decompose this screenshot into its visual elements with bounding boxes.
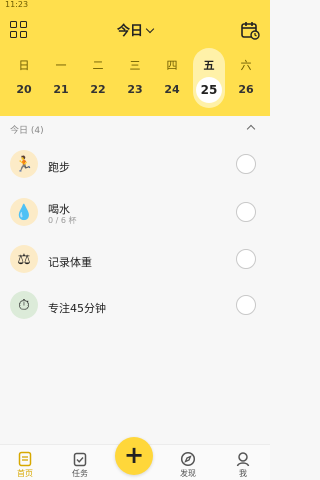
task-item[interactable]: ⚖ 记录体重 xyxy=(0,240,270,280)
date-label: 23 xyxy=(127,83,143,96)
weekday-label: 日 xyxy=(18,59,30,72)
home-icon xyxy=(18,451,32,467)
task-name: 跑步 xyxy=(48,161,70,174)
task-name: 专注45分钟 xyxy=(48,302,106,315)
date-label: 24 xyxy=(164,83,180,96)
weekday-label: 五 xyxy=(203,59,215,72)
task-icon xyxy=(73,452,87,467)
profile-icon xyxy=(236,452,250,467)
task-check-button[interactable] xyxy=(236,249,256,269)
task-item[interactable]: ⏱ 专注45分钟 xyxy=(0,286,270,326)
day-sat[interactable]: 六 26 xyxy=(230,54,262,104)
task-item[interactable]: 💧 喝水 0 / 6 杯 xyxy=(0,193,270,233)
runner-icon: 🏃 xyxy=(10,150,38,178)
week-strip: 日 20 一 21 二 22 三 23 四 24 五 25 六 26 xyxy=(8,48,262,108)
add-task-button[interactable]: + xyxy=(115,437,153,475)
page-title[interactable]: 今日 xyxy=(0,20,270,39)
date-label: 21 xyxy=(53,83,69,96)
timer-icon: ⏱ xyxy=(10,291,38,319)
day-fri-selected[interactable]: 五 25 xyxy=(193,48,225,108)
discover-icon xyxy=(180,451,196,467)
scale-icon: ⚖ xyxy=(10,245,38,273)
tab-label: 发现 xyxy=(180,469,196,478)
date-label: 20 xyxy=(16,83,32,96)
task-progress: 0 / 6 杯 xyxy=(48,216,77,225)
today-section-header[interactable]: 今日 (4) xyxy=(0,116,270,142)
page-title-label: 今日 xyxy=(116,24,143,39)
tab-label: 首页 xyxy=(17,469,33,478)
date-label: 25 xyxy=(196,77,222,103)
tab-home[interactable]: 首页 xyxy=(5,451,45,479)
header: 11:23 今日 日 20 一 21 二 22 三 23 四 24 五 25 六 26 xyxy=(0,0,270,116)
chevron-up-icon[interactable] xyxy=(246,124,256,134)
task-name: 记录体重 xyxy=(48,256,92,269)
weekday-label: 四 xyxy=(166,59,178,72)
weekday-label: 一 xyxy=(55,59,67,72)
task-check-button[interactable] xyxy=(236,202,256,222)
weekday-label: 二 xyxy=(92,59,104,72)
day-wed[interactable]: 三 23 xyxy=(119,54,151,104)
status-time: 11:23 xyxy=(5,0,29,9)
tab-discover[interactable]: 发现 xyxy=(168,451,208,479)
section-label: 今日 (4) xyxy=(10,126,44,136)
day-tue[interactable]: 二 22 xyxy=(82,54,114,104)
tab-label: 任务 xyxy=(72,469,88,478)
task-item[interactable]: 🏃 跑步 xyxy=(0,145,270,185)
weekday-label: 三 xyxy=(129,59,141,72)
weekday-label: 六 xyxy=(240,59,252,72)
date-label: 26 xyxy=(238,83,254,96)
calendar-check-icon[interactable] xyxy=(240,20,260,40)
tab-tasks[interactable]: 任务 xyxy=(60,451,100,479)
chevron-down-icon xyxy=(145,24,155,34)
tab-profile[interactable]: 我 xyxy=(223,451,263,479)
water-drop-icon: 💧 xyxy=(10,198,38,226)
day-sun[interactable]: 日 20 xyxy=(8,54,40,104)
tab-label: 我 xyxy=(239,469,247,478)
day-thu[interactable]: 四 24 xyxy=(156,54,188,104)
day-mon[interactable]: 一 21 xyxy=(45,54,77,104)
task-check-button[interactable] xyxy=(236,295,256,315)
task-check-button[interactable] xyxy=(236,154,256,174)
date-label: 22 xyxy=(90,83,106,96)
